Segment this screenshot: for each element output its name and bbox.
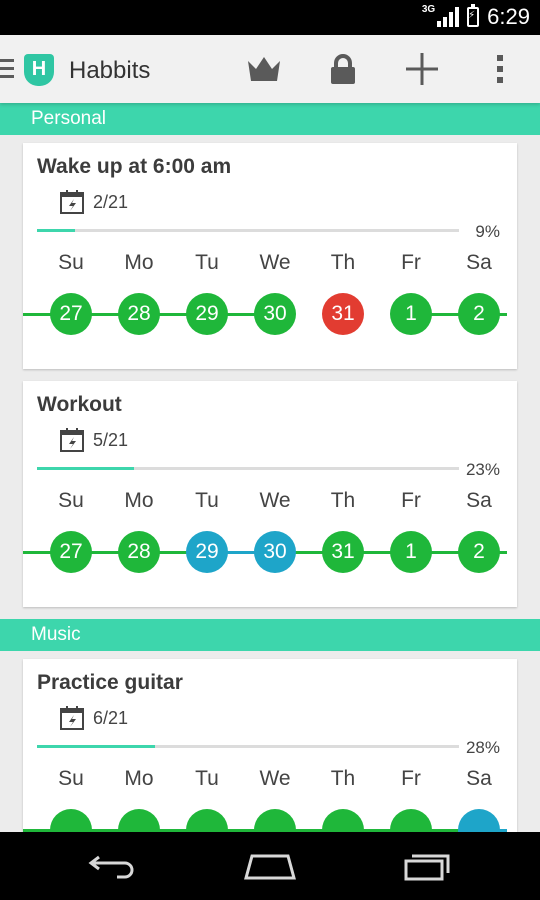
day-circle-done[interactable] — [322, 809, 364, 832]
weekday-label: Sa — [466, 251, 492, 274]
day-circle-done[interactable]: 29 — [186, 293, 228, 335]
weekday-label: Fr — [401, 251, 421, 274]
weekday-label: We — [259, 251, 291, 274]
weekday-label: We — [259, 767, 291, 790]
crown-icon[interactable] — [244, 49, 284, 89]
day-circle-skipped[interactable]: 29 — [186, 531, 228, 573]
day-circle-missed[interactable]: 31 — [322, 293, 364, 335]
day-circle-done[interactable]: 31 — [322, 531, 364, 573]
weekday-label: Sa — [466, 767, 492, 790]
streak: 5/21 — [59, 427, 128, 453]
progress-percent: 9% — [475, 222, 500, 241]
weekday-label: Th — [330, 767, 356, 790]
navigation-bar — [0, 832, 540, 900]
streak-count: 5/21 — [93, 429, 129, 450]
day-circle-done[interactable] — [50, 809, 92, 832]
weekday-label: Th — [330, 489, 356, 512]
clock: 6:29 — [487, 4, 530, 29]
day-circle-done[interactable] — [390, 809, 432, 832]
calendar-streak-icon — [60, 190, 84, 214]
weekday-label: Tu — [195, 489, 219, 512]
weekday-label: Su — [58, 767, 84, 790]
day-row: 27 28 29 30 31 1 2 — [23, 293, 517, 337]
habit-title: Practice guitar — [37, 671, 183, 694]
back-icon[interactable] — [82, 848, 142, 884]
habit-card[interactable]: Wake up at 6:00 am 2/21 9% Su Mo Tu We Th Fr S… — [23, 143, 517, 369]
add-habit-button[interactable] — [402, 49, 442, 89]
status-icons: 3G 6:29 — [422, 4, 530, 30]
day-circle-skipped[interactable]: 30 — [254, 531, 296, 573]
habit-title: Wake up at 6:00 am — [37, 155, 232, 178]
day-row — [23, 809, 517, 832]
weekday-label: Fr — [401, 489, 421, 512]
day-circle-skipped[interactable] — [458, 809, 500, 832]
progress-percent: 23% — [465, 460, 500, 479]
lock-icon[interactable] — [323, 49, 363, 89]
recent-apps-icon[interactable] — [398, 848, 458, 884]
plus-icon — [406, 53, 438, 85]
weekday-label: Th — [330, 251, 356, 274]
progress-percent: 28% — [465, 738, 500, 757]
weekday-label: Fr — [401, 767, 421, 790]
progress-fill — [37, 229, 75, 232]
weekday-label: Mo — [124, 767, 154, 790]
progress-bar — [37, 467, 459, 470]
weekday-label: Tu — [195, 767, 219, 790]
weekday-label: We — [259, 489, 291, 512]
weekday-label: Mo — [124, 489, 154, 512]
day-circle-done[interactable]: 28 — [118, 293, 160, 335]
day-circle-done[interactable]: 2 — [458, 531, 500, 573]
weekday-label: Su — [58, 489, 84, 512]
habit-title: Workout — [37, 393, 122, 416]
streak: 6/21 — [59, 705, 128, 731]
progress-fill — [37, 745, 156, 748]
day-row: 27 28 29 30 31 1 2 — [23, 531, 517, 575]
weekday-label: Mo — [124, 251, 154, 274]
section-header-music: Music — [0, 619, 540, 651]
habit-card[interactable]: Workout 5/21 23% Su Mo Tu We Th Fr Sa 27 28 29 30… — [23, 381, 517, 607]
app-logo[interactable]: H — [24, 54, 54, 86]
home-icon[interactable] — [240, 848, 300, 884]
habit-card[interactable]: Practice guitar 6/21 28% Su Mo Tu We Th Fr Sa — [23, 659, 517, 832]
app-title: Habbits — [69, 57, 151, 84]
weekday-label: Su — [58, 251, 84, 274]
day-circle-done[interactable]: 27 — [50, 293, 92, 335]
signal-icon — [437, 7, 460, 27]
progress-bar — [37, 229, 459, 232]
network-type: 3G — [421, 3, 436, 15]
day-circle-done[interactable]: 1 — [390, 293, 432, 335]
day-circle-done[interactable]: 2 — [458, 293, 500, 335]
app-bar: H Habbits — [0, 35, 540, 103]
day-circle-done[interactable] — [254, 809, 296, 832]
streak: 2/21 — [59, 189, 128, 215]
day-circle-done[interactable] — [118, 809, 160, 832]
day-circle-done[interactable] — [186, 809, 228, 832]
progress-bar — [37, 745, 459, 748]
drawer-icon[interactable] — [0, 59, 14, 83]
section-header-personal: Personal — [0, 103, 540, 135]
day-circle-done[interactable]: 1 — [390, 531, 432, 573]
calendar-streak-icon — [60, 428, 84, 452]
weekday-label: Tu — [195, 251, 219, 274]
streak-count: 6/21 — [93, 707, 129, 728]
overflow-menu-button[interactable] — [480, 49, 520, 89]
day-circle-done[interactable]: 28 — [118, 531, 160, 573]
day-circle-done[interactable]: 30 — [254, 293, 296, 335]
streak-count: 2/21 — [93, 191, 129, 212]
progress-fill — [37, 467, 135, 470]
day-circle-done[interactable]: 27 — [50, 531, 92, 573]
battery-icon — [467, 4, 480, 27]
status-bar: 3G 6:29 — [0, 0, 540, 35]
weekday-label: Sa — [466, 489, 492, 512]
calendar-streak-icon — [60, 706, 84, 730]
overflow-icon — [497, 55, 503, 83]
